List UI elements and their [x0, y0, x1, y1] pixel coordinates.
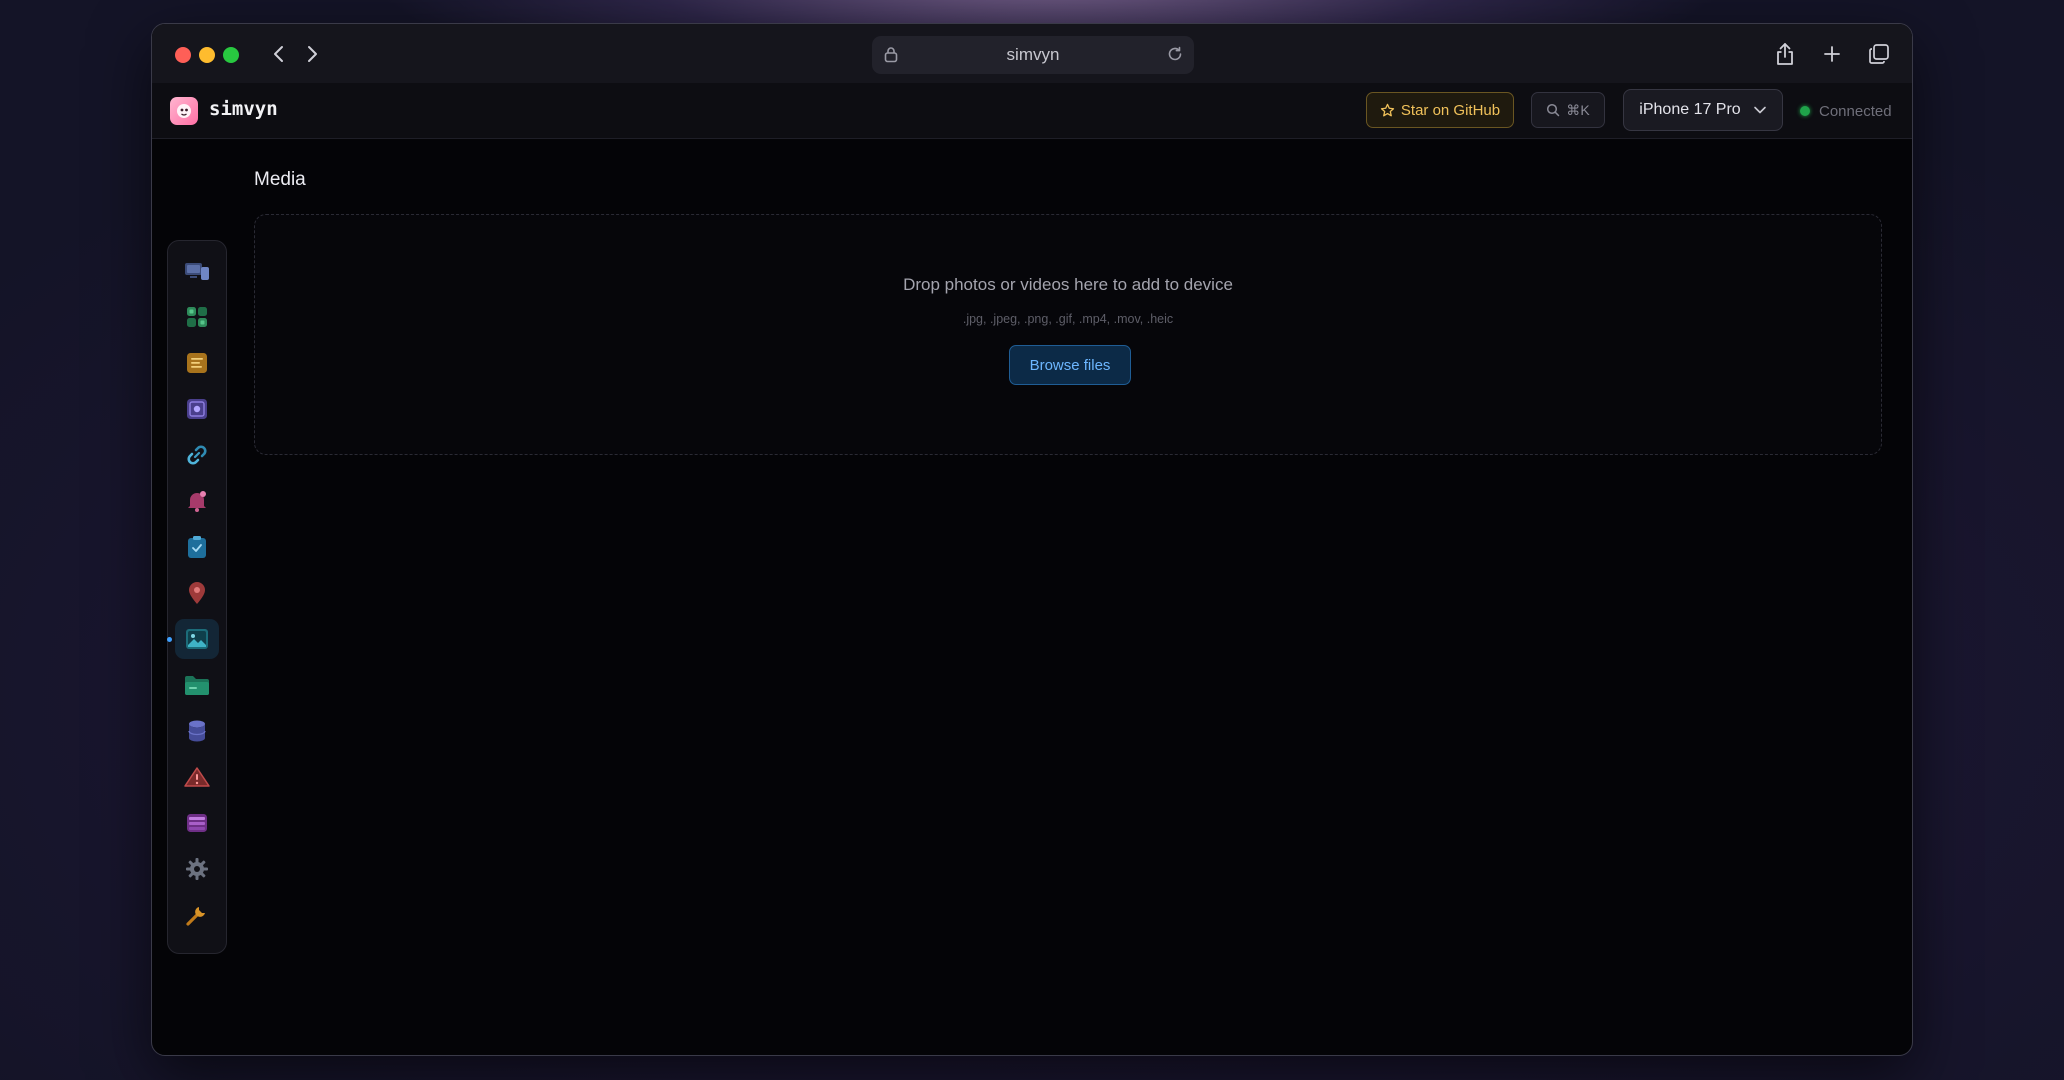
gear-icon [186, 858, 208, 880]
deep-link-icon [187, 445, 207, 465]
page-title: Media [254, 169, 306, 190]
address-bar[interactable]: simvyn [872, 36, 1194, 74]
device-selector[interactable]: iPhone 17 Pro [1623, 89, 1783, 131]
media-image-icon [186, 629, 208, 649]
sidebar-item-tools[interactable] [175, 895, 219, 935]
simvyn-logo-icon [177, 104, 191, 118]
tool-sidebar [167, 240, 227, 954]
app-name: simvyn [209, 98, 278, 120]
browser-window: simvyn simvyn Star on GitHub ⌘K iPhone 1… [151, 23, 1913, 1056]
tabs-overview-icon [1869, 44, 1889, 64]
media-dropzone[interactable]: Drop photos or videos here to add to dev… [254, 214, 1882, 455]
forward-button[interactable] [297, 39, 327, 69]
minimize-window-button[interactable] [199, 47, 215, 63]
chevron-right-icon [308, 46, 317, 62]
chevron-left-icon [274, 46, 283, 62]
tab-overview-button[interactable] [1864, 39, 1894, 69]
sidebar-item-layers[interactable] [175, 803, 219, 843]
layers-icon [187, 814, 207, 832]
sidebar-item-settings[interactable] [175, 849, 219, 889]
sidebar-item-clipboard[interactable] [175, 527, 219, 567]
lock-icon [884, 47, 898, 63]
status-text: Connected [1819, 102, 1892, 120]
share-button[interactable] [1770, 39, 1800, 69]
sidebar-item-files[interactable] [175, 665, 219, 705]
search-shortcut: ⌘K [1566, 101, 1590, 118]
zoom-window-button[interactable] [223, 47, 239, 63]
notification-bell-icon [188, 491, 206, 512]
dropzone-message: Drop photos or videos here to add to dev… [903, 275, 1233, 294]
star-button-label: Star on GitHub [1400, 101, 1501, 119]
devices-icon [185, 263, 209, 280]
new-tab-button[interactable] [1817, 39, 1847, 69]
connection-status: Connected [1800, 101, 1892, 121]
warning-icon [184, 767, 210, 787]
browse-files-button[interactable]: Browse files [1009, 345, 1131, 385]
sidebar-item-deep-links[interactable] [175, 435, 219, 475]
screenshot-icon [187, 399, 207, 419]
plus-icon [1824, 46, 1840, 62]
chevron-down-icon [1753, 106, 1766, 114]
sidebar-item-logs[interactable] [175, 343, 219, 383]
browser-titlebar: simvyn [152, 24, 1912, 83]
back-button[interactable] [264, 39, 294, 69]
sidebar-item-media[interactable] [175, 619, 219, 659]
location-pin-icon [189, 582, 205, 604]
database-icon [188, 720, 206, 742]
star-on-github-button[interactable]: Star on GitHub [1366, 92, 1514, 128]
selected-device: iPhone 17 Pro [1639, 101, 1741, 118]
folder-icon [185, 676, 209, 695]
star-icon [1380, 103, 1395, 116]
sidebar-item-location[interactable] [175, 573, 219, 613]
app-header: simvyn Star on GitHub ⌘K iPhone 17 Pro C… [152, 83, 1912, 139]
sidebar-item-apps[interactable] [175, 297, 219, 337]
apps-grid-icon [187, 307, 207, 327]
reload-icon[interactable] [1166, 45, 1184, 63]
active-indicator [167, 637, 172, 642]
wrench-icon [186, 907, 205, 926]
share-icon [1777, 43, 1793, 65]
app-logo[interactable] [170, 97, 198, 125]
close-window-button[interactable] [175, 47, 191, 63]
sidebar-item-devices[interactable] [175, 251, 219, 291]
sidebar-item-crashes[interactable] [175, 757, 219, 797]
address-text: simvyn [1006, 45, 1060, 64]
supported-formats: .jpg, .jpeg, .png, .gif, .mp4, .mov, .he… [962, 312, 1174, 326]
sidebar-item-screenshots[interactable] [175, 389, 219, 429]
search-icon [1547, 103, 1560, 117]
command-search-button[interactable]: ⌘K [1531, 92, 1605, 128]
sidebar-item-notifications[interactable] [175, 481, 219, 521]
clipboard-icon [188, 536, 206, 558]
sidebar-item-database[interactable] [175, 711, 219, 751]
logs-icon [187, 353, 207, 373]
status-dot [1800, 106, 1810, 116]
